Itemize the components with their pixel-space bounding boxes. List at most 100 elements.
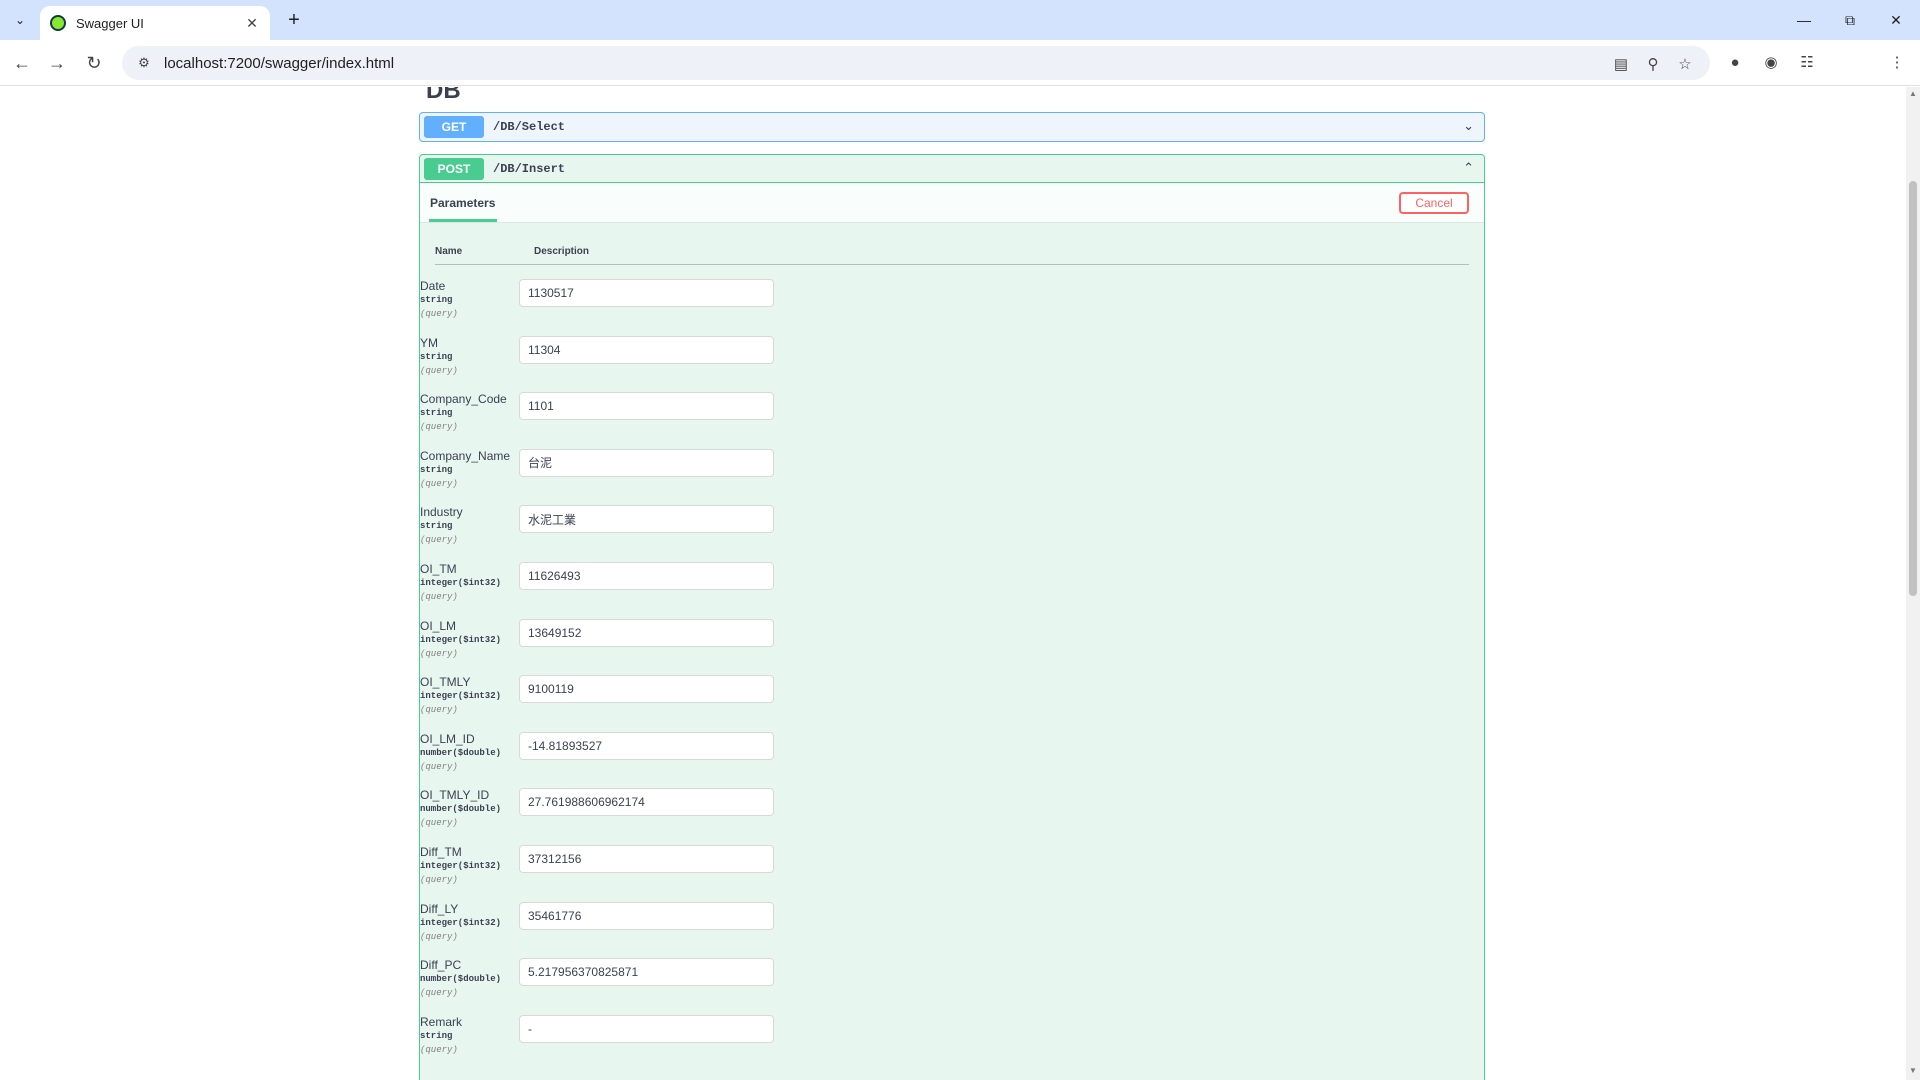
parameter-location: (query) — [420, 931, 458, 942]
chevron-down-icon[interactable]: ⌄ — [1463, 118, 1474, 134]
new-tab-plus-icon[interactable]: + — [282, 8, 306, 32]
vertical-scrollbar[interactable]: ▲ ▼ — [1906, 87, 1920, 1080]
kebab-menu-icon[interactable]: ⋮ — [1886, 51, 1908, 73]
parameter-row: Remark string (query) — [420, 1014, 1456, 1071]
parameter-input[interactable] — [519, 505, 774, 534]
close-tab-icon[interactable]: ✕ — [244, 15, 260, 32]
tab-active-underline — [429, 219, 497, 222]
parameter-location: (query) — [420, 761, 458, 772]
parameter-location: (query) — [420, 592, 458, 602]
operation-path: /DB/Select — [493, 120, 566, 134]
parameter-location: (query) — [420, 365, 458, 376]
parameter-name: Diff_PC — [420, 958, 462, 973]
restore-icon[interactable]: ⧉ — [1830, 6, 1870, 34]
parameter-type: integer($int32) — [420, 578, 502, 588]
parameter-location: (query) — [420, 818, 458, 829]
parameter-location: (query) — [420, 478, 458, 489]
parameter-name: OI_TM — [420, 562, 457, 576]
parameter-row: OI_TMLY_ID number($double) (query) — [420, 788, 1456, 844]
parameter-input[interactable] — [519, 901, 774, 930]
browser-tab[interactable]: Swagger UI ✕ — [40, 6, 270, 40]
tab-parameters[interactable]: Parameters — [430, 196, 495, 210]
parameter-location: (query) — [420, 535, 458, 546]
parameter-name: OI_LM — [420, 618, 457, 633]
parameter-type: string — [420, 1030, 453, 1041]
operation-summary[interactable]: GET /DB/Select ⌄ — [420, 113, 1484, 141]
bookmark-star-icon[interactable]: ☆ — [1674, 53, 1696, 75]
parameter-row: Company_Code string (query) — [420, 392, 1456, 448]
parameter-name: Company_Name — [420, 448, 511, 463]
operation-summary[interactable]: POST /DB/Insert ⌃ — [420, 155, 1484, 183]
puzzle-extensions-icon[interactable]: ☷ — [1796, 51, 1818, 73]
parameter-input[interactable] — [519, 335, 774, 364]
parameter-input[interactable] — [519, 731, 774, 760]
parameter-type: string — [420, 351, 453, 362]
parameter-name: OI_TMLY — [420, 675, 471, 690]
parameter-type: number($double) — [420, 974, 502, 985]
parameter-name: Diff_LY — [420, 901, 459, 916]
page-viewport: DB ⌃ GET /DB/Select ⌄ POST /DB/Insert ⌃ … — [0, 87, 1906, 1080]
parameter-input[interactable] — [519, 675, 774, 704]
scroll-down-arrow-icon[interactable]: ▼ — [1909, 1066, 1917, 1075]
reload-icon[interactable]: ↻ — [80, 49, 108, 77]
parameter-name: Industry — [420, 505, 463, 520]
parameter-location: (query) — [420, 648, 458, 659]
parameter-location: (query) — [420, 309, 458, 319]
parameter-name: OI_TMLY_ID — [420, 788, 490, 803]
minimize-icon[interactable]: — — [1784, 6, 1824, 34]
parameter-type: integer($int32) — [420, 861, 502, 871]
section-collapse-chevron-icon[interactable]: ⌃ — [1450, 87, 1463, 99]
forward-arrow-icon[interactable]: → — [43, 49, 71, 77]
parameter-location: (query) — [420, 1044, 458, 1055]
zoom-icon[interactable]: ⚲ — [1642, 53, 1664, 75]
scroll-up-arrow-icon[interactable]: ▲ — [1909, 89, 1917, 98]
parameter-location: (query) — [420, 875, 458, 885]
parameter-row: OI_LM integer($int32) (query) — [420, 618, 1456, 675]
tab-title: Swagger UI — [76, 15, 144, 31]
parameter-location: (query) — [420, 988, 458, 999]
parameter-type: integer($int32) — [420, 917, 502, 928]
parameter-input[interactable] — [519, 279, 774, 307]
parameter-type: string — [420, 521, 453, 532]
chevron-up-icon[interactable]: ⌃ — [1463, 160, 1474, 176]
window-close-icon[interactable]: ✕ — [1876, 6, 1916, 34]
parameter-type: string — [420, 464, 453, 475]
parameter-input[interactable] — [519, 448, 774, 477]
parameter-row: Company_Name string (query) — [420, 448, 1456, 505]
parameter-location: (query) — [420, 422, 458, 433]
cancel-button[interactable]: Cancel — [1399, 192, 1469, 214]
url-text[interactable]: localhost:7200/swagger/index.html — [164, 55, 394, 72]
swagger-favicon-icon — [50, 15, 66, 31]
parameter-input[interactable] — [519, 958, 774, 987]
parameter-input[interactable] — [519, 392, 774, 421]
parameter-name: Remark — [420, 1014, 463, 1029]
back-arrow-icon[interactable]: ← — [8, 49, 36, 77]
parameter-row: Diff_TM integer($int32) (query) — [420, 845, 1456, 901]
parameter-type: string — [420, 408, 453, 419]
scroll-thumb[interactable] — [1909, 181, 1917, 596]
parameter-input[interactable] — [519, 562, 774, 590]
translate-icon[interactable]: ▤ — [1610, 53, 1632, 75]
parameter-row: Diff_LY integer($int32) (query) — [420, 901, 1456, 958]
parameter-input[interactable] — [519, 618, 774, 647]
parameter-type: integer($int32) — [420, 691, 502, 702]
parameter-name: Diff_TM — [420, 845, 462, 859]
operation-get-select[interactable]: GET /DB/Select ⌄ — [419, 112, 1485, 142]
cookie-extension-icon[interactable]: ● — [1724, 51, 1746, 73]
site-info-icon[interactable]: ⚙ — [134, 53, 154, 73]
parameter-input[interactable] — [519, 1014, 774, 1043]
parameter-row: YM string (query) — [420, 335, 1456, 392]
tab-search-chevron-icon[interactable]: ⌄ — [8, 8, 32, 32]
address-bar[interactable]: ⚙ localhost:7200/swagger/index.html ▤ ⚲ … — [122, 46, 1710, 80]
parameter-input[interactable] — [519, 845, 774, 873]
section-title[interactable]: DB — [426, 87, 461, 105]
column-header-description: Description — [534, 246, 590, 257]
parameter-name: Company_Code — [420, 392, 507, 407]
method-badge-post: POST — [424, 157, 484, 180]
tab-strip: ⌄ Swagger UI ✕ + — ⧉ ✕ — [0, 0, 1920, 40]
extension-icon[interactable]: ◉ — [1760, 51, 1782, 73]
parameter-name: Date — [420, 279, 446, 293]
parameter-type: integer($int32) — [420, 634, 502, 645]
parameter-row: OI_LM_ID number($double) (query) — [420, 731, 1456, 788]
parameter-input[interactable] — [519, 788, 774, 817]
